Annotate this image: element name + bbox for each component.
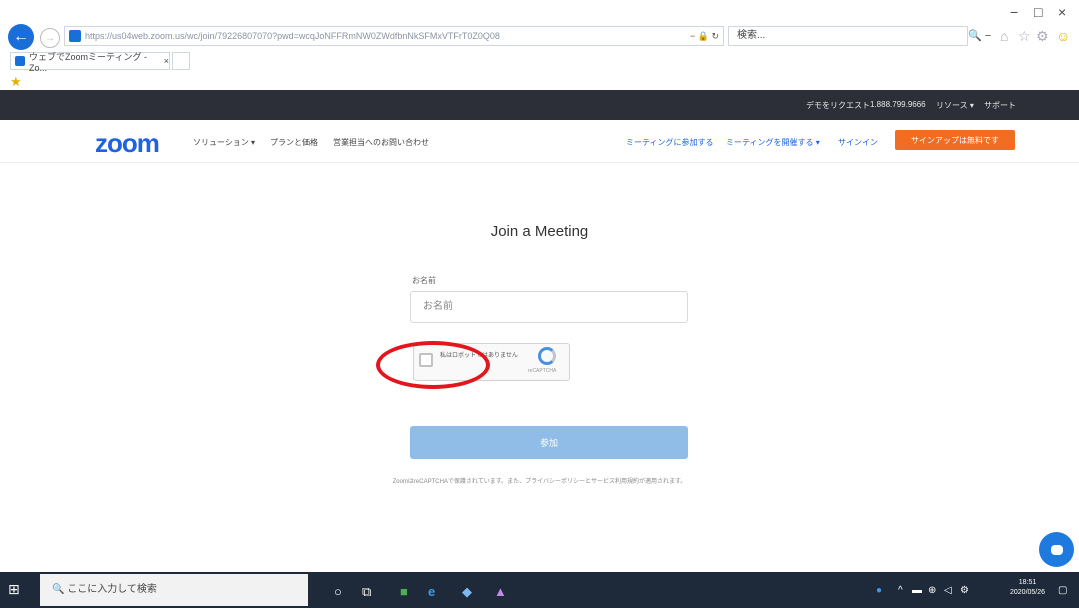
task-view-icon[interactable]: ⧉ bbox=[362, 584, 371, 600]
maximize-icon[interactable]: □ bbox=[1034, 4, 1042, 20]
nav-contact-sales[interactable]: 営業担当へのお問い合わせ bbox=[333, 137, 429, 148]
volume-icon[interactable]: ◁ bbox=[944, 585, 952, 596]
clock-date: 2020/05/26 bbox=[1010, 589, 1046, 596]
close-icon[interactable]: × bbox=[1058, 4, 1066, 20]
red-highlight-circle bbox=[376, 341, 490, 389]
site-favicon-icon bbox=[69, 30, 81, 42]
mail-icon[interactable]: ◆ bbox=[462, 584, 472, 600]
nav-solutions[interactable]: ソリューション ▾ bbox=[193, 137, 255, 148]
minimize-icon[interactable]: − bbox=[1010, 4, 1018, 20]
battery-icon[interactable]: ▬ bbox=[912, 585, 922, 596]
app-icon[interactable]: ▲ bbox=[494, 584, 507, 599]
support-link[interactable]: サポート bbox=[984, 100, 1016, 111]
nav-host-meeting[interactable]: ミーティングを開催する ▾ bbox=[726, 137, 820, 148]
browser-search-input[interactable]: 検索... bbox=[728, 26, 968, 46]
taskbar-clock[interactable]: 18:51 2020/05/26 bbox=[1010, 578, 1045, 598]
nav-sign-in[interactable]: サインイン bbox=[838, 137, 878, 148]
back-button[interactable]: ← bbox=[8, 24, 34, 50]
forward-button[interactable]: → bbox=[40, 28, 60, 48]
ime-icon[interactable]: ⚙ bbox=[960, 585, 969, 596]
recaptcha-brand: reCAPTCHA bbox=[528, 368, 557, 374]
name-input[interactable]: お名前 bbox=[410, 291, 688, 323]
help-icon[interactable]: ● bbox=[876, 585, 882, 596]
cortana-icon[interactable]: ○ bbox=[334, 584, 342, 599]
arrow-right-icon: → bbox=[45, 32, 55, 44]
chat-icon bbox=[1050, 544, 1063, 555]
taskbar-search-input[interactable]: 🔍 ここに入力して検索 bbox=[40, 574, 308, 606]
favorites-star-icon[interactable]: ☆ bbox=[1018, 28, 1031, 45]
taskbar-search-placeholder: ここに入力して検索 bbox=[67, 584, 157, 595]
join-button[interactable]: 参加 bbox=[410, 426, 688, 459]
tab-favicon-icon bbox=[15, 56, 25, 66]
url-text[interactable]: https://us04web.zoom.us/wc/join/79226807… bbox=[85, 31, 686, 41]
zoom-logo[interactable]: zoom bbox=[95, 128, 160, 159]
tab-close-icon[interactable]: × bbox=[164, 56, 169, 66]
lock-refresh-icons[interactable]: − 🔒 ↻ bbox=[686, 31, 723, 42]
page-title: Join a Meeting bbox=[490, 223, 589, 240]
nav-plans-pricing[interactable]: プランと価格 bbox=[270, 137, 318, 148]
search-icon[interactable]: 🔍 − bbox=[968, 26, 994, 46]
address-bar[interactable]: https://us04web.zoom.us/wc/join/79226807… bbox=[64, 26, 724, 46]
tab-title: ウェブでZoomミーティング - Zo... bbox=[29, 51, 147, 73]
chat-bubble-button[interactable] bbox=[1039, 532, 1074, 567]
store-icon[interactable]: ■ bbox=[400, 584, 408, 599]
phone-link[interactable]: 1.888.799.9666 bbox=[870, 100, 926, 109]
notification-icon[interactable]: ▢ bbox=[1058, 585, 1067, 596]
recaptcha-logo-icon bbox=[538, 347, 556, 365]
network-icon[interactable]: ⊕ bbox=[928, 585, 936, 596]
arrow-left-icon: ← bbox=[13, 28, 29, 45]
signup-button[interactable]: サインアップは無料です bbox=[895, 130, 1015, 150]
home-icon[interactable]: ⌂ bbox=[1000, 28, 1008, 44]
windows-start-icon[interactable]: ⊞ bbox=[8, 582, 22, 596]
resources-menu[interactable]: リソース ▾ bbox=[936, 100, 974, 111]
tray-chevron-icon[interactable]: ^ bbox=[898, 585, 903, 596]
ie-taskbar-icon[interactable]: e bbox=[428, 584, 435, 599]
browser-tab[interactable]: ウェブでZoomミーティング - Zo... × bbox=[10, 51, 170, 73]
nav-join-meeting[interactable]: ミーティングに参加する bbox=[626, 137, 714, 148]
settings-gear-icon[interactable]: ⚙ bbox=[1036, 28, 1049, 45]
recaptcha-note: ZoomはreCAPTCHAで保護されています。また、プライバシーポリシーとサー… bbox=[392, 479, 687, 485]
name-label: お名前 bbox=[412, 276, 436, 285]
clock-time: 18:51 bbox=[1018, 579, 1037, 586]
favorites-bar-star-icon[interactable]: ★ bbox=[10, 74, 22, 90]
request-demo-link[interactable]: デモをリクエスト bbox=[806, 100, 870, 111]
smiley-icon[interactable]: ☺ bbox=[1056, 28, 1070, 44]
new-tab-button[interactable] bbox=[172, 52, 190, 70]
